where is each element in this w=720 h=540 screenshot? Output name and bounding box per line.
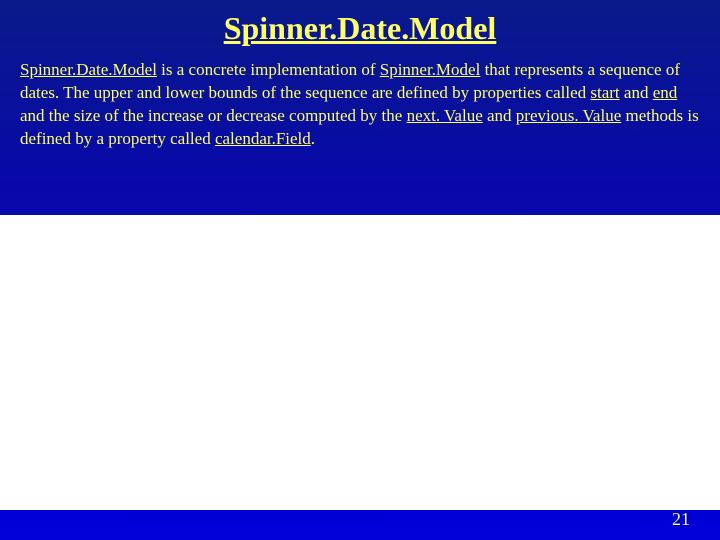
body-text: and the size of the increase or decrease…: [20, 106, 407, 125]
link-spinner-model: Spinner.Model: [380, 60, 481, 79]
link-start: start: [590, 83, 619, 102]
link-end: end: [653, 83, 678, 102]
slide: Spinner.Date.Model Spinner.Date.Model is…: [0, 0, 720, 540]
slide-body: Spinner.Date.Model is a concrete impleme…: [0, 59, 720, 151]
link-previous-value: previous. Value: [516, 106, 621, 125]
slide-title: Spinner.Date.Model: [0, 0, 720, 59]
body-text: and: [620, 83, 653, 102]
page-number: 21: [672, 509, 690, 530]
body-text: .: [311, 129, 315, 148]
link-spinner-date-model: Spinner.Date.Model: [20, 60, 157, 79]
link-next-value: next. Value: [407, 106, 483, 125]
body-text: and: [483, 106, 516, 125]
body-text: is a concrete implementation of: [157, 60, 380, 79]
link-calendar-field: calendar.Field: [215, 129, 311, 148]
content-placeholder: [0, 215, 720, 510]
